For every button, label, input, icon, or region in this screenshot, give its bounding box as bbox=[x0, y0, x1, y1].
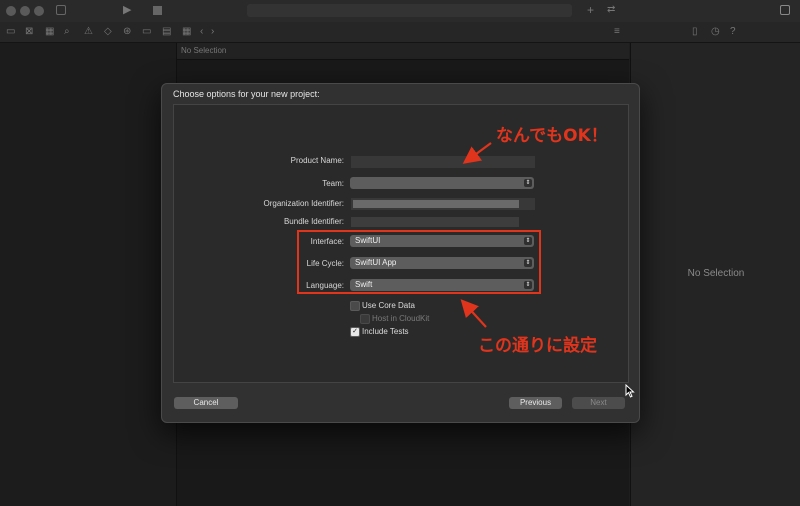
arrow-to-product-name bbox=[462, 142, 492, 164]
annotation-arrows bbox=[460, 142, 492, 328]
mouse-cursor-icon bbox=[625, 384, 635, 398]
arrow-to-settings bbox=[460, 299, 487, 328]
